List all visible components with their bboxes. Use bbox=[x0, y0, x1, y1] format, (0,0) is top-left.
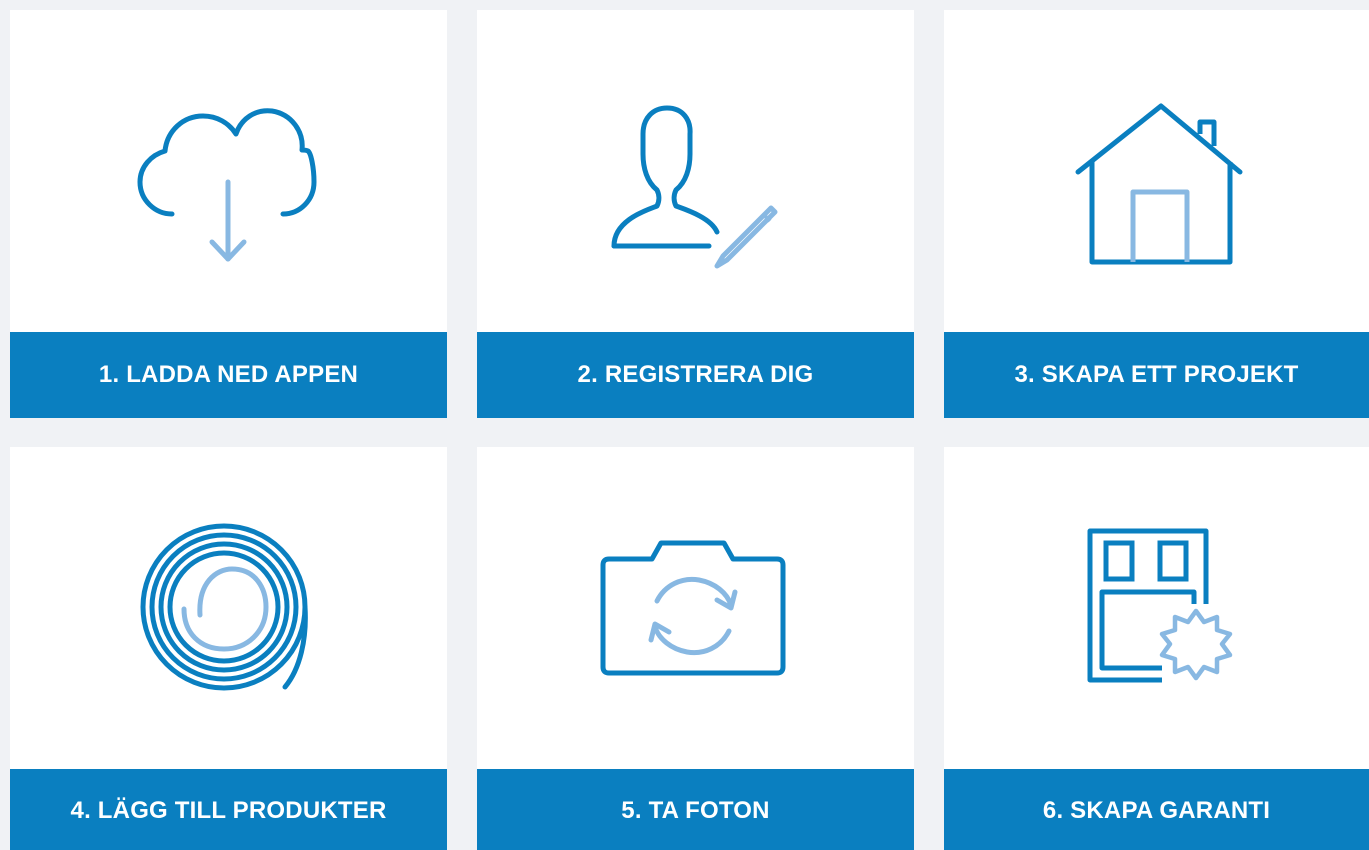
step-label: 6. SKAPA GARANTI bbox=[944, 769, 1369, 850]
step-card-add-products[interactable]: 4. LÄGG TILL PRODUKTER bbox=[10, 447, 447, 850]
step-card-take-photos[interactable]: 5. TA FOTON bbox=[477, 447, 914, 850]
steps-grid: 1. LADDA NED APPEN 2. REGISTRERA DIG 3. … bbox=[0, 0, 1369, 850]
camera-rotate-icon bbox=[600, 540, 786, 676]
step-label: 4. LÄGG TILL PRODUKTER bbox=[10, 769, 447, 850]
step-label: 3. SKAPA ETT PROJEKT bbox=[944, 332, 1369, 418]
cloud-download-icon bbox=[137, 108, 317, 262]
step-card-download-app[interactable]: 1. LADDA NED APPEN bbox=[10, 10, 447, 418]
step-card-register[interactable]: 2. REGISTRERA DIG bbox=[477, 10, 914, 418]
step-label: 2. REGISTRERA DIG bbox=[477, 332, 914, 418]
user-edit-icon bbox=[611, 105, 778, 269]
step-card-create-warranty[interactable]: 6. SKAPA GARANTI bbox=[944, 447, 1369, 850]
cable-coil-icon bbox=[140, 523, 308, 691]
house-icon bbox=[1075, 103, 1243, 265]
step-card-create-project[interactable]: 3. SKAPA ETT PROJEKT bbox=[944, 10, 1369, 418]
warranty-floorplan-icon bbox=[1087, 528, 1233, 683]
step-label: 1. LADDA NED APPEN bbox=[10, 332, 447, 418]
step-label: 5. TA FOTON bbox=[477, 769, 914, 850]
